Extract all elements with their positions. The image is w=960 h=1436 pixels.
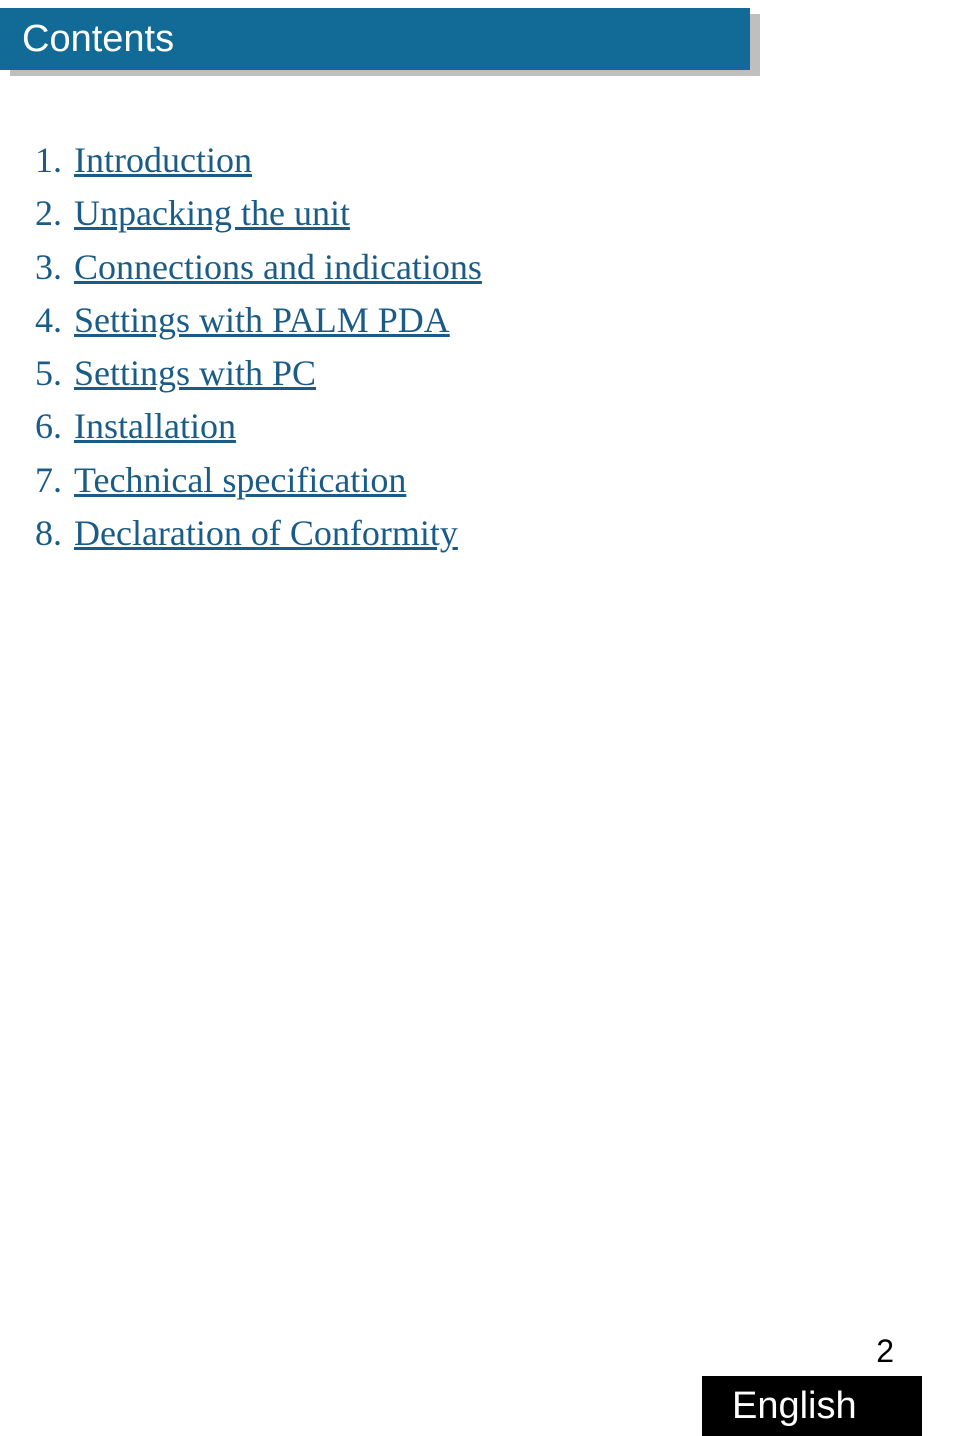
- toc-number: 8.: [22, 507, 74, 560]
- toc-number: 4.: [22, 294, 74, 347]
- header: Contents: [0, 8, 960, 70]
- page-title: Contents: [0, 8, 750, 70]
- toc-link-palm-pda[interactable]: Settings with PALM PDA: [74, 294, 450, 347]
- toc-item: 6. Installation: [22, 400, 960, 453]
- toc-item: 1. Introduction: [22, 134, 960, 187]
- toc-link-installation[interactable]: Installation: [74, 400, 236, 453]
- toc-item: 3. Connections and indications: [22, 241, 960, 294]
- toc-link-conformity[interactable]: Declaration of Conformity: [74, 507, 458, 560]
- toc-number: 1.: [22, 134, 74, 187]
- toc-number: 6.: [22, 400, 74, 453]
- toc-number: 3.: [22, 241, 74, 294]
- table-of-contents: 1. Introduction 2. Unpacking the unit 3.…: [22, 134, 960, 560]
- toc-link-technical-spec[interactable]: Technical specification: [74, 454, 406, 507]
- toc-item: 7. Technical specification: [22, 454, 960, 507]
- toc-link-pc[interactable]: Settings with PC: [74, 347, 316, 400]
- toc-link-introduction[interactable]: Introduction: [74, 134, 252, 187]
- toc-link-unpacking[interactable]: Unpacking the unit: [74, 187, 350, 240]
- toc-item: 4. Settings with PALM PDA: [22, 294, 960, 347]
- page-number: 2: [876, 1333, 894, 1370]
- toc-number: 7.: [22, 454, 74, 507]
- toc-item: 5. Settings with PC: [22, 347, 960, 400]
- toc-item: 8. Declaration of Conformity: [22, 507, 960, 560]
- toc-item: 2. Unpacking the unit: [22, 187, 960, 240]
- toc-number: 2.: [22, 187, 74, 240]
- language-badge: English: [702, 1376, 922, 1436]
- toc-number: 5.: [22, 347, 74, 400]
- toc-link-connections[interactable]: Connections and indications: [74, 241, 482, 294]
